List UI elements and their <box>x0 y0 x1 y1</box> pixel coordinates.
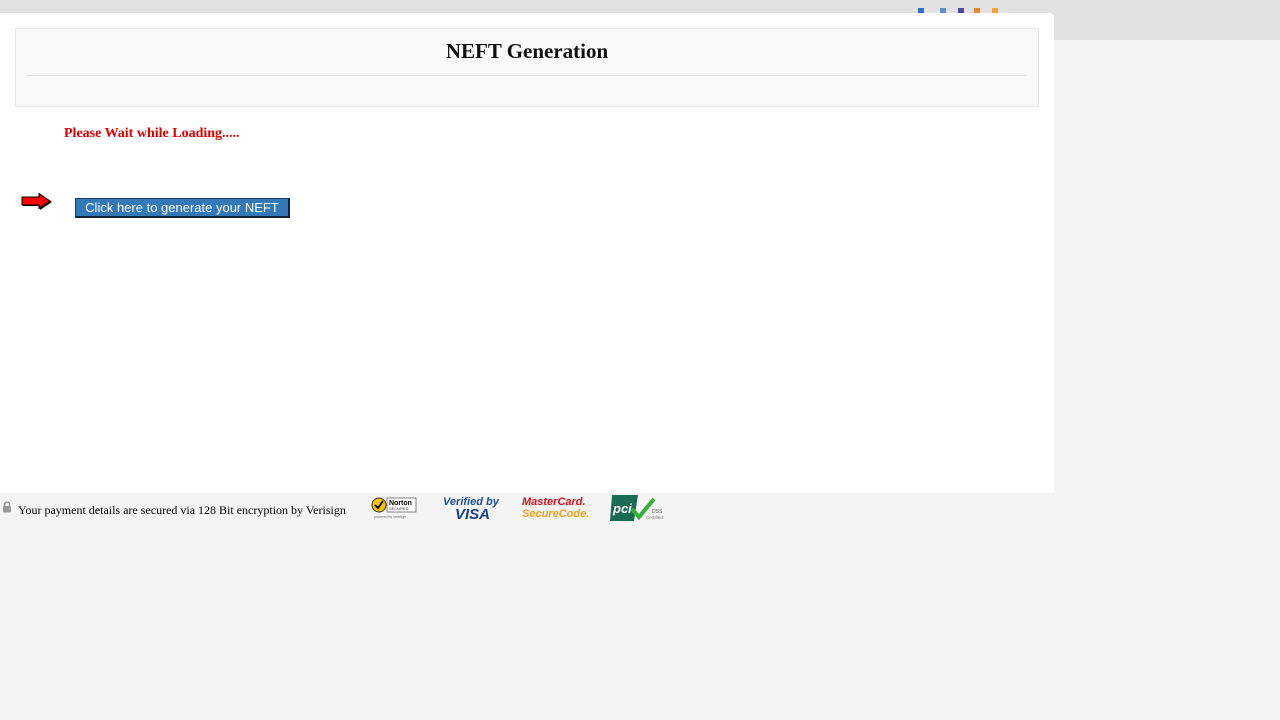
pci-dss-badge: pci DSS Certified <box>610 493 670 523</box>
norton-powered-text: powered by VeriSign <box>374 515 406 519</box>
visa-text: VISA <box>455 506 491 523</box>
header-divider <box>27 75 1027 76</box>
pci-text: pci <box>612 501 632 516</box>
loading-message: Please Wait while Loading..... <box>64 126 240 141</box>
norton-secured-text: SECURED <box>389 506 409 511</box>
mastercard-text: MasterCard. <box>522 496 586 508</box>
main-panel: NEFT Generation Please Wait while Loadin… <box>0 13 1054 493</box>
generate-neft-button[interactable]: Click here to generate your NEFT <box>75 198 290 218</box>
pci-certified-text: Certified <box>646 515 663 520</box>
lock-icon <box>3 501 11 513</box>
securecode-text: SecureCode. <box>522 508 590 520</box>
arrow-right-icon <box>21 193 52 210</box>
verified-by-visa-badge: Verified by VISA <box>443 497 499 523</box>
norton-secured-badge: Norton SECURED powered by VeriSign <box>370 496 418 520</box>
security-footer: Your payment details are secured via 128… <box>0 493 700 527</box>
page-header: NEFT Generation <box>15 28 1039 107</box>
mastercard-securecode-badge: MasterCard. SecureCode. <box>522 496 590 523</box>
page-title: NEFT Generation <box>445 39 609 63</box>
security-text: Your payment details are secured via 128… <box>18 503 346 517</box>
